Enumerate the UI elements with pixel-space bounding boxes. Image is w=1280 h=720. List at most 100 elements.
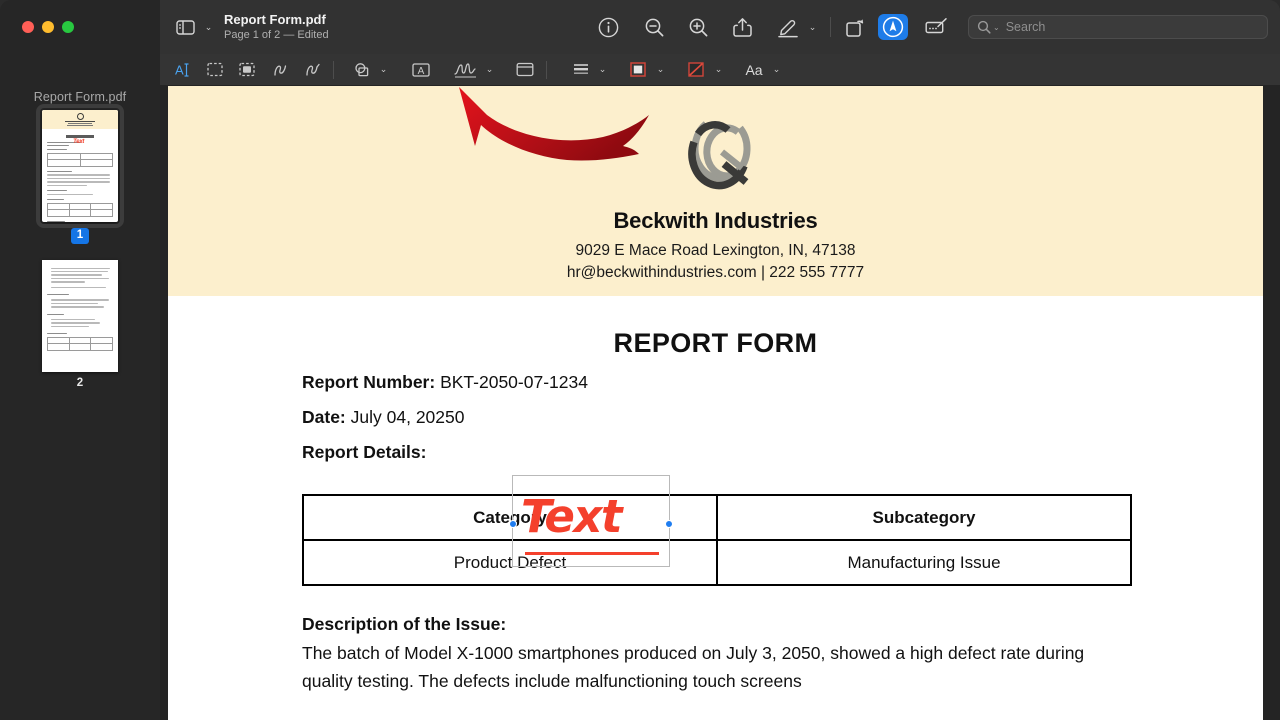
zoom-in-button[interactable] <box>683 14 713 40</box>
highlight-options-button[interactable]: ⌄ <box>803 15 821 39</box>
search-field[interactable]: ⌄ Search <box>968 15 1268 39</box>
thumbnail-image-page-2[interactable] <box>42 259 118 372</box>
rotate-right-icon <box>846 18 864 37</box>
company-logo <box>668 106 764 202</box>
note-tool[interactable] <box>511 58 539 82</box>
info-circle-icon <box>598 17 618 37</box>
table-header-row: Category Subcategory <box>302 494 1132 541</box>
note-box-icon <box>516 62 534 77</box>
chevron-down-icon: ⌄ <box>808 21 817 32</box>
squiggle-pen-icon <box>306 63 320 76</box>
top-toolbar: ⌄ Report Form.pdf Page 1 of 2 — Edited ⌄… <box>160 0 1280 54</box>
resize-handle-right[interactable] <box>665 520 673 528</box>
field-date-label: Date: <box>302 407 346 427</box>
search-chevron-down-icon[interactable]: ⌄ <box>993 23 1000 32</box>
annotate-button[interactable] <box>922 14 952 40</box>
fill-color-menu-button[interactable]: ⌄ <box>710 58 726 82</box>
border-color-swatch-icon <box>630 62 646 77</box>
search-icon <box>977 20 991 34</box>
shapes-menu-button[interactable]: ⌄ <box>375 58 391 82</box>
border-color-menu-button[interactable]: ⌄ <box>652 58 668 82</box>
main-area: ⌄ Report Form.pdf Page 1 of 2 — Edited ⌄… <box>160 0 1280 720</box>
thumbnail-company-contact <box>67 125 93 126</box>
text-tool[interactable]: A <box>407 58 435 82</box>
shapes-tool[interactable] <box>349 58 375 82</box>
curved-red-arrow-icon <box>459 87 649 161</box>
thumbnail-list: Text 1 2 <box>0 104 160 405</box>
border-style-menu-button[interactable]: ⌄ <box>594 58 610 82</box>
markup-toolbar: A ⌄ A ⌄ ⌄ ⌄ ⌄ Aa ⌄ <box>160 54 1280 86</box>
resize-handle-left[interactable] <box>509 520 517 528</box>
document-body: REPORT FORM Report Number: BKT-2050-07-1… <box>168 328 1263 695</box>
line-stack-icon <box>574 64 588 74</box>
table-header-subcategory: Subcategory <box>716 494 1132 541</box>
thumbnail-logo-icon <box>76 113 84 120</box>
share-button[interactable] <box>727 14 757 40</box>
window-traffic-lights <box>22 21 74 33</box>
field-report-number-label: Report Number: <box>302 372 436 392</box>
border-color-tool[interactable] <box>624 58 652 82</box>
rectangular-selection-tool[interactable] <box>202 58 228 82</box>
sketch-tool[interactable] <box>268 58 294 82</box>
sign-tool[interactable] <box>451 58 481 82</box>
magnifier-plus-icon <box>689 18 707 36</box>
fill-color-tool[interactable] <box>682 58 710 82</box>
field-date-value: July 04, 20250 <box>350 407 465 427</box>
maximize-button[interactable] <box>62 21 74 33</box>
filled-dashed-rectangle-icon <box>239 62 255 77</box>
signature-icon <box>454 62 476 78</box>
minimize-button[interactable] <box>42 21 54 33</box>
field-report-number-value: BKT-2050-07-1234 <box>440 372 588 392</box>
sidebar-document-title: Report Form.pdf <box>33 90 127 104</box>
border-style-tool[interactable] <box>568 58 594 82</box>
draw-tool[interactable] <box>300 58 326 82</box>
rotate-button[interactable] <box>840 14 870 40</box>
font-button[interactable]: Aa <box>740 58 768 82</box>
thumbnail-page-1[interactable]: Text 1 <box>0 104 160 244</box>
pdf-page-1[interactable]: Beckwith Industries 9029 E Mace Road Lex… <box>168 86 1263 720</box>
thumbnail-text-annotation: Text <box>73 139 85 146</box>
chevron-down-icon: ⌄ <box>485 64 494 74</box>
close-button[interactable] <box>22 21 34 33</box>
description-text: The batch of Model X-1000 smartphones pr… <box>302 643 1085 691</box>
report-form-title: REPORT FORM <box>613 328 818 358</box>
info-button[interactable] <box>593 14 623 40</box>
highlighter-pen-icon <box>778 19 798 37</box>
table-cell-subcategory: Manufacturing Issue <box>716 539 1132 586</box>
thumbnail-table-1 <box>47 152 113 167</box>
markup-pen-circle-icon <box>882 16 904 38</box>
sidebar-toggle-button[interactable] <box>170 14 200 40</box>
thumbnail-image-page-1[interactable]: Text <box>36 104 124 228</box>
thumbnail-company-name <box>65 121 95 122</box>
document-header-band: Beckwith Industries 9029 E Mace Road Lex… <box>168 86 1263 296</box>
field-report-details-label: Report Details: <box>302 442 427 462</box>
markup-button[interactable] <box>878 14 908 40</box>
sidebar-toggle-menu-button[interactable]: ⌄ <box>200 15 216 39</box>
chevron-down-icon: ⌄ <box>656 64 665 74</box>
shapes-icon <box>355 62 369 76</box>
sign-menu-button[interactable]: ⌄ <box>481 58 497 82</box>
company-name: Beckwith Industries <box>613 208 818 233</box>
text-annotation-value: Text <box>521 490 622 543</box>
markup-toolbar-divider-2 <box>546 60 547 79</box>
document-canvas[interactable]: Beckwith Industries 9029 E Mace Road Lex… <box>160 86 1280 720</box>
thumbnail-sidebar: Report Form.pdf Text 1 2 <box>0 0 160 720</box>
highlight-button[interactable] <box>773 14 803 40</box>
letter-a-box-icon: A <box>412 62 430 77</box>
toolbar-divider <box>830 17 831 37</box>
document-subtitle: Page 1 of 2 — Edited <box>224 29 329 41</box>
document-title: Report Form.pdf <box>224 12 326 27</box>
text-annotation-box[interactable]: Text <box>509 475 673 567</box>
text-annotation-underline <box>525 552 659 555</box>
text-cursor-icon: A <box>175 62 188 77</box>
zoom-out-button[interactable] <box>639 14 669 40</box>
chevron-down-icon: ⌄ <box>379 64 388 74</box>
text-selection-tool[interactable]: A <box>170 58 196 82</box>
company-contact: hr@beckwithindustries.com | 222 555 7777 <box>566 264 865 281</box>
sidebar-icon <box>175 19 195 35</box>
instant-alpha-tool[interactable] <box>234 58 260 82</box>
field-report-number: Report Number: BKT-2050-07-1234 <box>302 370 1129 394</box>
font-menu-button[interactable]: ⌄ <box>768 58 784 82</box>
thumbnail-page-number-2: 2 <box>76 376 84 389</box>
thumbnail-page-2[interactable]: 2 <box>0 259 160 390</box>
